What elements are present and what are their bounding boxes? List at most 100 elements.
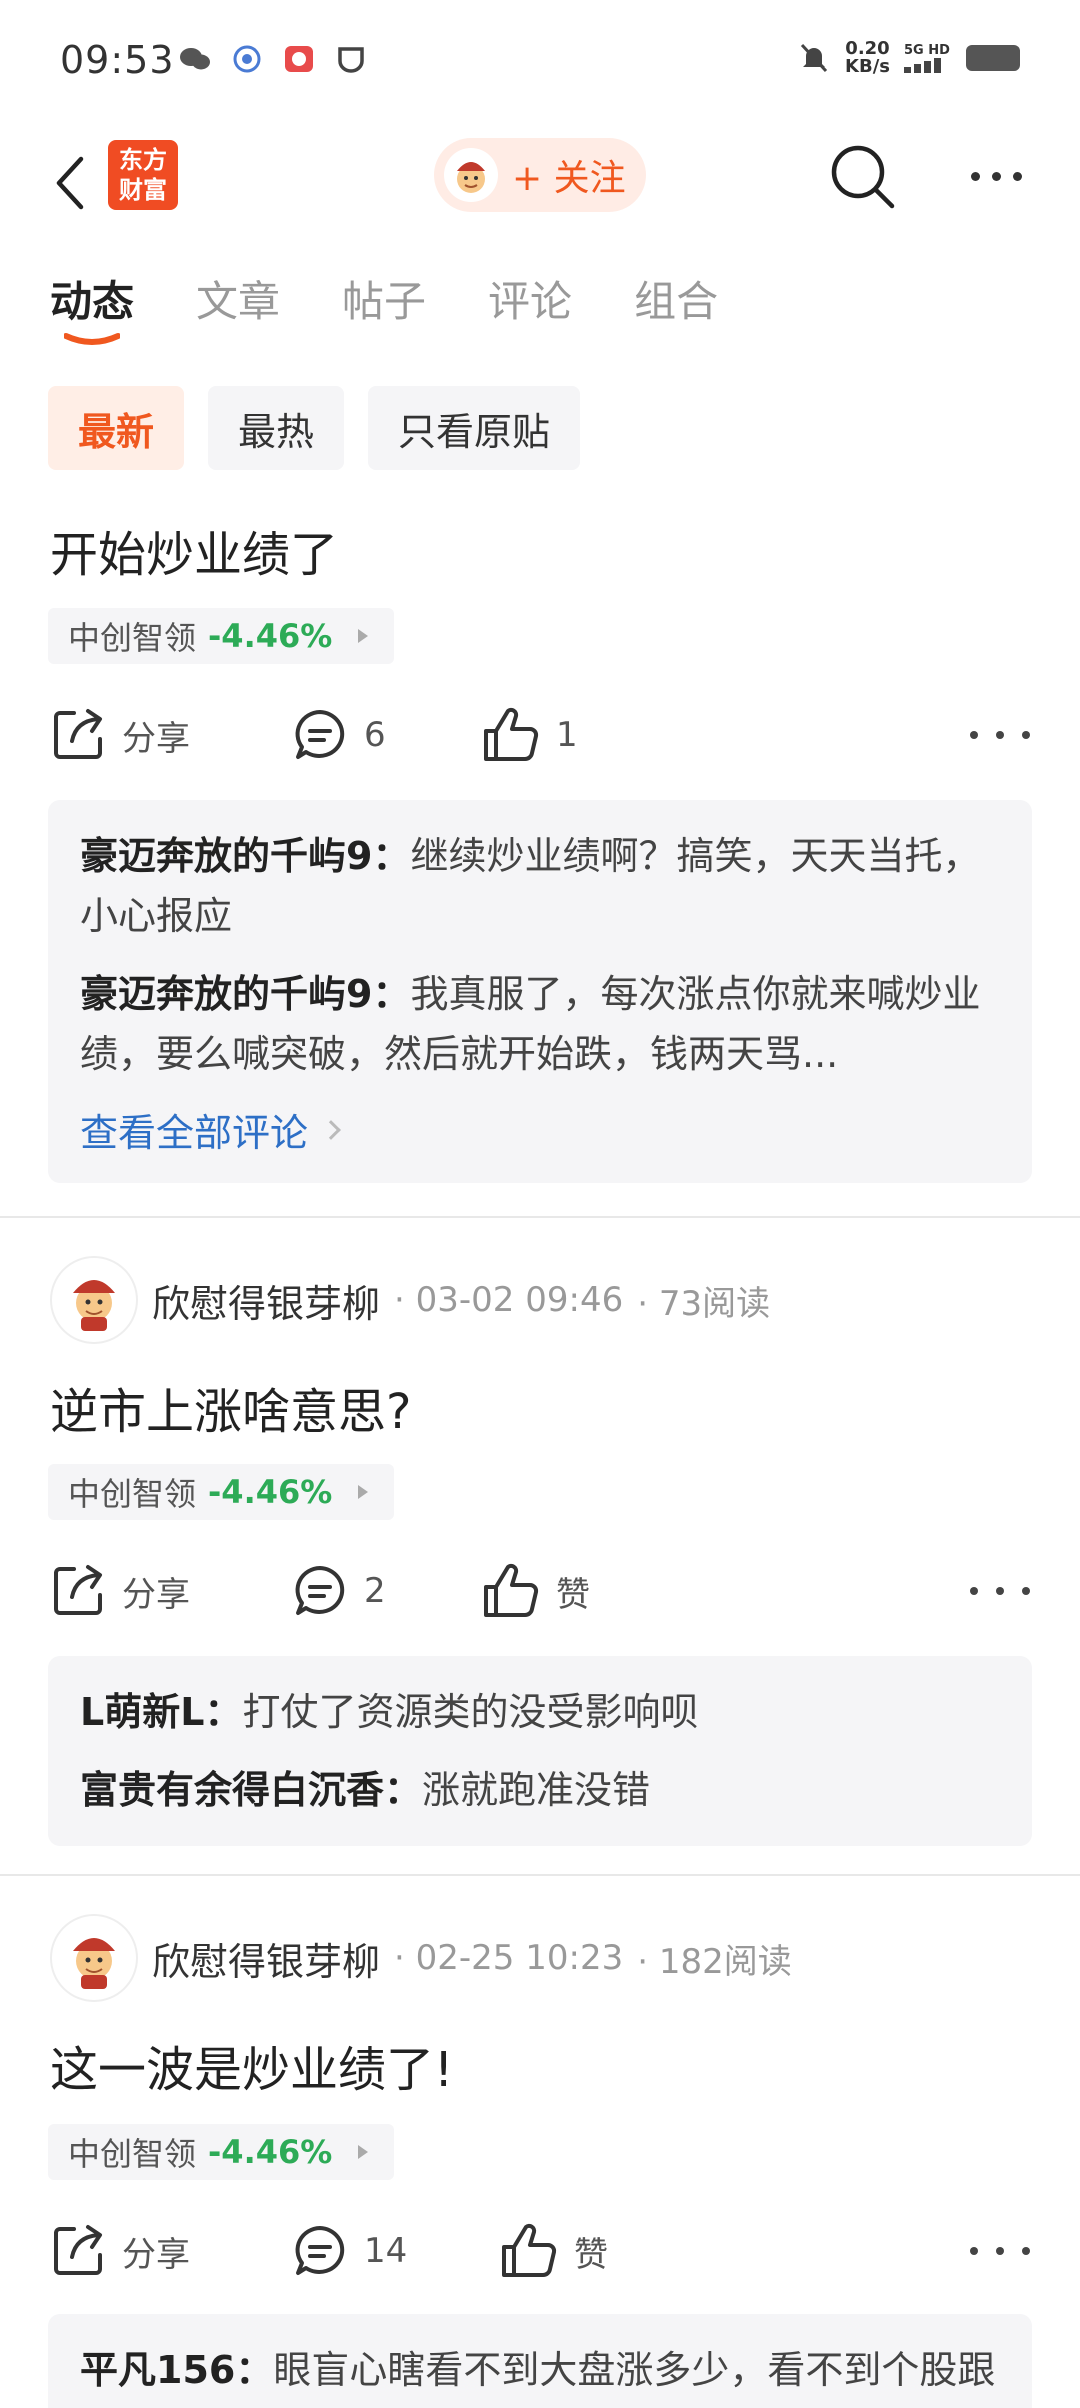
wechat-icon: [178, 44, 212, 74]
comment-preview[interactable]: L萌新L：打仗了资源类的没受影响呗 富贵有余得白沉香：涨就跑准没错: [48, 1656, 1032, 1846]
network-type: 5G HD: [904, 42, 950, 58]
more-dot-icon: [1022, 2247, 1030, 2255]
filter-chips: 最新 最热 只看原贴: [48, 386, 581, 470]
view-all-label: 查看全部评论: [80, 1111, 309, 1155]
share-button[interactable]: 分享: [50, 2216, 190, 2286]
share-label: 分享: [122, 718, 190, 759]
filter-original-only[interactable]: 只看原贴: [368, 386, 581, 470]
like-label: 赞: [574, 2234, 608, 2275]
author-name[interactable]: 欣慰得银芽柳: [152, 1931, 380, 1986]
filter-hot[interactable]: 最热: [208, 386, 345, 470]
tab-posts[interactable]: 帖子: [342, 268, 426, 329]
comment-item: 平凡156：眼盲心瞎看不到大盘涨多少，看不到个股跟什么板块在涨，这就是平凡的数据…: [80, 2340, 1000, 2408]
battery-icon: [966, 45, 1020, 71]
search-icon: [831, 145, 895, 209]
comment-count: 14: [364, 2231, 408, 2271]
author-name[interactable]: 欣慰得银芽柳: [152, 1273, 380, 1328]
stock-name: 中创智领: [68, 2135, 197, 2173]
like-label: 赞: [556, 1574, 590, 1615]
system-status: 0.20 KB/s 5G HD: [797, 40, 1020, 76]
game-app-icon: [282, 44, 316, 74]
like-button[interactable]: 1: [482, 700, 578, 770]
post-time: · 02-25 10:23: [394, 1938, 624, 1978]
comment-item: L萌新L：打仗了资源类的没受影响呗: [80, 1682, 1000, 1742]
comment-preview[interactable]: 平凡156：眼盲心瞎看不到大盘涨多少，看不到个股跟什么板块在涨，这就是平凡的数据…: [48, 2314, 1032, 2408]
more-dot-icon: [996, 1587, 1004, 1595]
comment-button[interactable]: 14: [292, 2216, 407, 2286]
comment-user: 平凡156：: [80, 2348, 274, 2392]
tab-dynamic[interactable]: 动态: [50, 268, 135, 345]
follow-label: + 关注: [512, 158, 626, 199]
mute-bell-icon: [797, 43, 831, 73]
back-button[interactable]: [40, 148, 100, 218]
notification-icons: [178, 44, 368, 74]
stock-name: 中创智领: [68, 619, 197, 657]
post-actions: 分享 14 赞: [50, 2216, 1030, 2286]
search-button[interactable]: [826, 140, 898, 212]
read-count: · 182阅读: [637, 1941, 792, 1982]
like-count: 1: [556, 715, 578, 755]
stock-tag[interactable]: 中创智领 -4.46%: [48, 1464, 394, 1520]
share-label: 分享: [122, 2234, 190, 2275]
comment-item: 豪迈奔放的千屿9：我真服了，每次涨点你就来喊炒业绩，要么喊突破，然后就开始跌，钱…: [80, 964, 1000, 1084]
post-more-button[interactable]: [970, 700, 1030, 770]
content-tabs: 动态 文章 帖子 评论 组合: [50, 268, 718, 345]
status-time: 09:53: [60, 38, 175, 82]
comment-button[interactable]: 2: [292, 1556, 386, 1626]
view-all-comments-link[interactable]: 查看全部评论: [80, 1102, 1000, 1157]
more-options-button[interactable]: [956, 156, 1036, 196]
follow-button[interactable]: + 关注: [434, 138, 646, 212]
divider: [0, 1874, 1080, 1876]
post-more-button[interactable]: [970, 1556, 1030, 1626]
more-dot-icon: [1022, 731, 1030, 739]
signal-icon: 5G HD: [904, 43, 952, 73]
share-button[interactable]: 分享: [50, 700, 190, 770]
like-button[interactable]: 赞: [482, 1556, 590, 1626]
share-button[interactable]: 分享: [50, 1556, 190, 1626]
post-actions: 分享 2 赞: [50, 1556, 1030, 1626]
comment-icon: [295, 1566, 345, 1615]
network-speed: 0.20 KB/s: [845, 40, 890, 76]
comment-button[interactable]: 6: [292, 700, 386, 770]
comment-count: 2: [364, 1571, 386, 1611]
like-button[interactable]: 赞: [500, 2216, 608, 2286]
post-time: · 03-02 09:46: [394, 1280, 624, 1320]
stock-change: -4.46%: [208, 617, 333, 655]
post-actions: 分享 6 1: [50, 700, 1030, 770]
avatar[interactable]: [50, 1256, 138, 1344]
more-dot-icon: [1012, 171, 1022, 181]
thumbs-up-icon: [502, 2223, 557, 2278]
stock-name: 中创智领: [68, 1475, 197, 1513]
filter-latest[interactable]: 最新: [48, 386, 185, 470]
more-dot-icon: [996, 731, 1004, 739]
post-title[interactable]: 开始炒业绩了: [50, 515, 338, 585]
tab-comments[interactable]: 评论: [488, 268, 572, 329]
stock-change: -4.46%: [208, 2133, 333, 2171]
chevron-right-icon: [321, 1119, 341, 1140]
follow-avatar: [444, 148, 498, 202]
comment-user: 豪迈奔放的千屿9：: [80, 972, 411, 1016]
stock-tag[interactable]: 中创智领 -4.46%: [48, 2124, 394, 2180]
stock-tag[interactable]: 中创智领 -4.46%: [48, 608, 394, 664]
comment-user: 富贵有余得白沉香：: [80, 1768, 423, 1812]
play-arrow-icon: [358, 1485, 369, 1499]
thumbs-up-icon: [484, 707, 539, 762]
tab-label: 动态: [50, 277, 135, 326]
fortune-god-avatar-icon: [73, 1938, 115, 1989]
brand-logo-text: 东方财富: [119, 146, 167, 204]
share-icon: [54, 2225, 102, 2275]
more-dot-icon: [970, 731, 978, 739]
comment-icon: [295, 710, 345, 759]
tab-articles[interactable]: 文章: [196, 268, 280, 329]
post-author-row: 欣慰得银芽柳 · 03-02 09:46 · 73阅读: [50, 1256, 770, 1344]
comment-text: 打仗了资源类的没受影响呗: [242, 1690, 699, 1734]
comment-preview[interactable]: 豪迈奔放的千屿9：继续炒业绩啊？搞笑，天天当托，小心报应 豪迈奔放的千屿9：我真…: [48, 800, 1032, 1183]
post-title[interactable]: 这一波是炒业绩了!: [50, 2030, 453, 2100]
back-arrow-icon: [56, 156, 84, 210]
comment-item: 富贵有余得白沉香：涨就跑准没错: [80, 1760, 1000, 1820]
avatar[interactable]: [50, 1914, 138, 2002]
tab-portfolio[interactable]: 组合: [634, 268, 718, 329]
post-more-button[interactable]: [970, 2216, 1030, 2286]
speed-unit: KB/s: [845, 56, 890, 77]
post-title[interactable]: 逆市上涨啥意思?: [50, 1372, 411, 1442]
